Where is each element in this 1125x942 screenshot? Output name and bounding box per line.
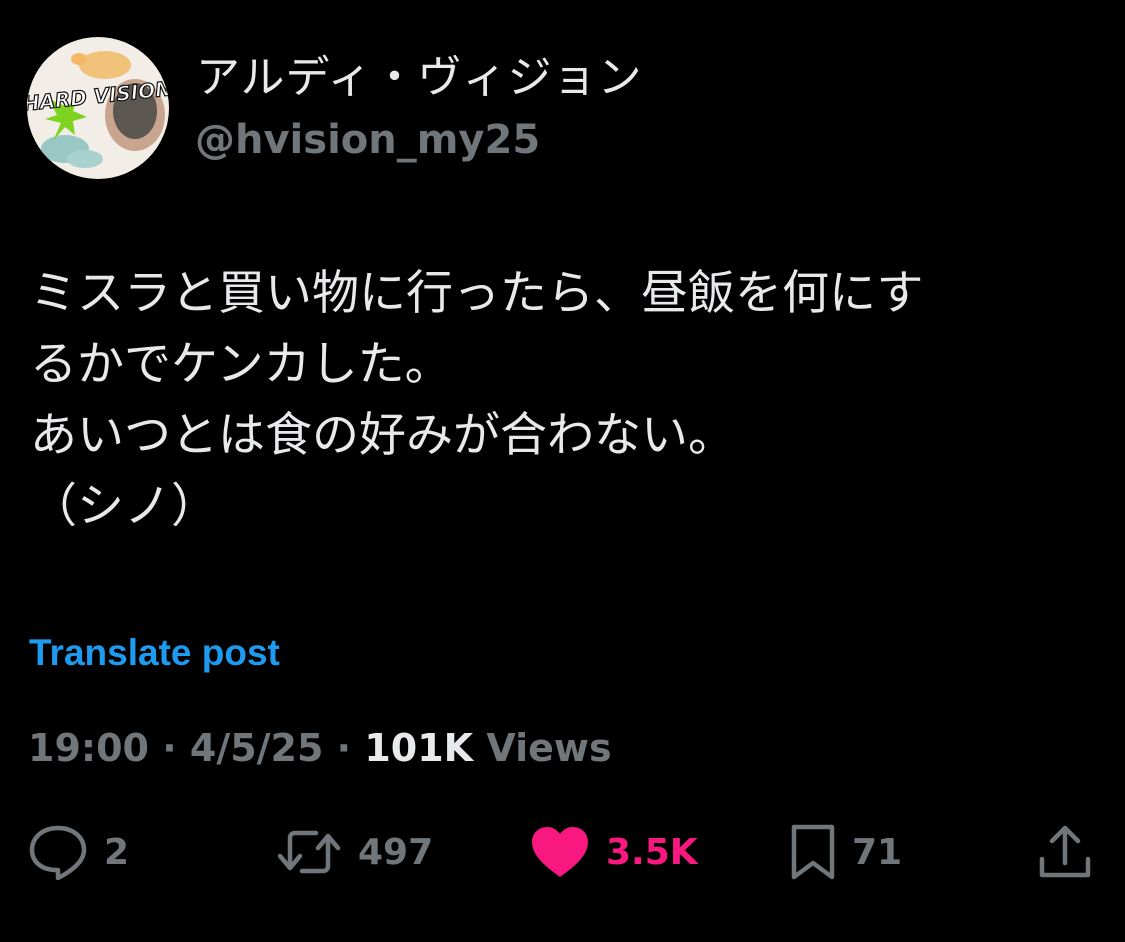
bookmark-icon	[791, 824, 835, 880]
repost-icon	[277, 830, 341, 874]
author-display-name[interactable]: アルディ・ヴィジョン	[196, 48, 642, 108]
repost-button[interactable]: 497	[276, 822, 433, 882]
post-text-line: あいつとは食の好みが合わない。	[30, 408, 735, 463]
views-count: 101K	[364, 726, 474, 770]
like-count: 3.5K	[606, 831, 698, 873]
post-text-line: （シノ）	[30, 479, 218, 534]
avatar-logo-icon: HARD VISION	[27, 37, 169, 179]
reply-count: 2	[104, 831, 130, 873]
reply-icon	[29, 825, 87, 880]
reply-button[interactable]: 2	[28, 822, 129, 882]
heart-icon	[532, 827, 588, 877]
post-meta: 19:00 · 4/5/25 · 101K Views	[28, 722, 612, 774]
post-text-line: るかでケンカした。	[30, 337, 452, 392]
bookmark-count: 71	[852, 831, 903, 873]
post-time[interactable]: 19:00	[28, 726, 149, 770]
avatar[interactable]: HARD VISION	[27, 37, 169, 179]
post-text: ミスラと買い物に行ったら、昼飯を何にす るかでケンカした。 あいつとは食の好みが…	[30, 258, 1100, 542]
post-date[interactable]: 4/5/25	[190, 726, 324, 770]
author-handle[interactable]: @hvision_my25	[195, 112, 540, 168]
meta-separator: ·	[336, 726, 365, 770]
bookmark-button[interactable]: 71	[790, 822, 902, 882]
like-button[interactable]: 3.5K	[530, 822, 698, 882]
translate-post-link[interactable]: Translate post	[29, 628, 280, 678]
share-icon	[1039, 825, 1091, 878]
meta-separator: ·	[162, 726, 190, 770]
share-button[interactable]	[1038, 822, 1092, 882]
post-text-line: ミスラと買い物に行ったら、昼飯を何にす	[30, 266, 924, 321]
repost-count: 497	[358, 831, 434, 873]
views-label: Views	[486, 726, 612, 770]
